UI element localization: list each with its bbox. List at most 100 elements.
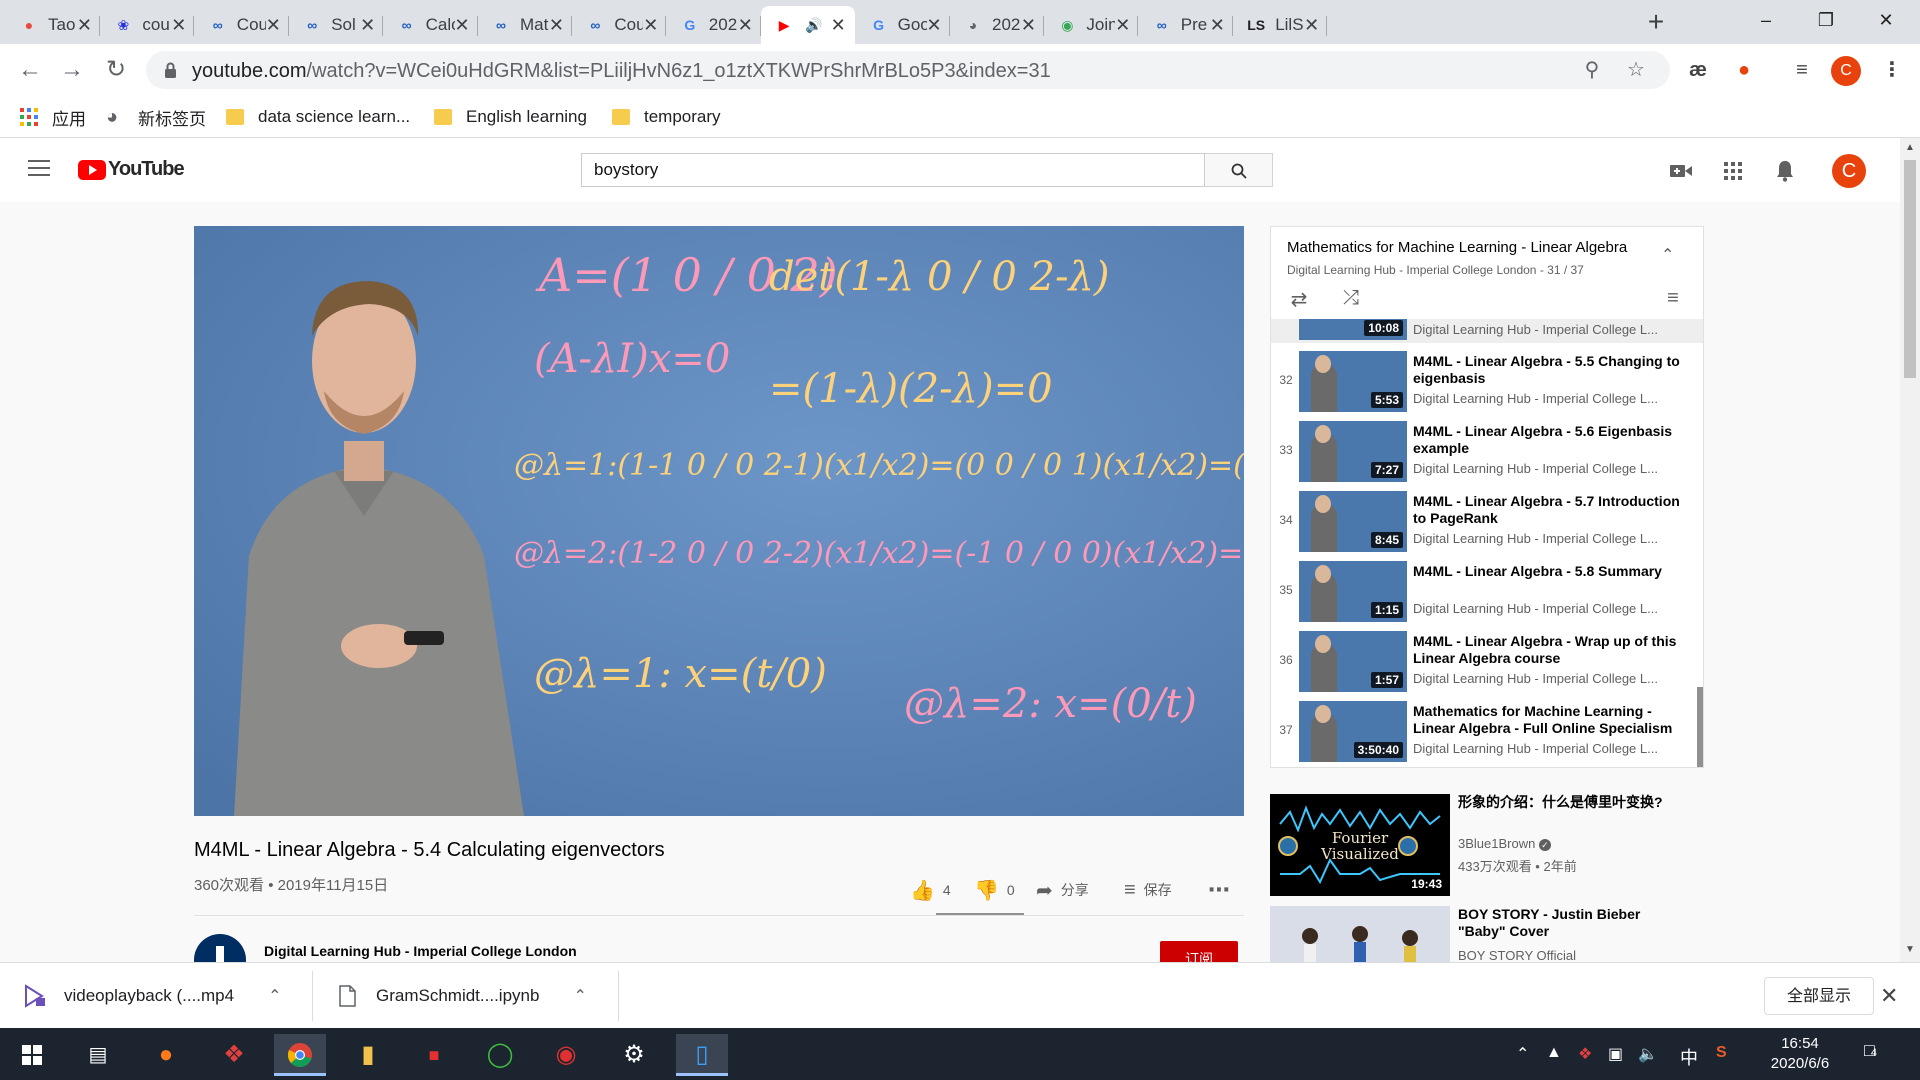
zoom-icon[interactable]: ⚲ [1580, 58, 1604, 82]
show-all-downloads-button[interactable]: 全部显示 [1764, 977, 1874, 1015]
windows-start-icon[interactable] [6, 1034, 58, 1076]
minimize-button[interactable]: – [1736, 0, 1796, 40]
loop-icon[interactable]: ⇄ [1287, 287, 1311, 311]
browser-tab[interactable]: ∞ Pre ✕ [1139, 6, 1233, 44]
recommendation-item[interactable]: BOY STORY - Justin Bieber "Baby" Cover B… [1270, 906, 1710, 962]
menu-kebab-icon[interactable]: ⋮ [1876, 54, 1908, 86]
tab-close-icon[interactable]: ✕ [738, 15, 753, 36]
recommendation-title[interactable]: BOY STORY - Justin Bieber "Baby" Cover [1458, 906, 1672, 940]
bookmark-folder-data-science[interactable]: data science learn... [226, 104, 410, 130]
tab-close-icon[interactable]: ✕ [1115, 15, 1130, 36]
browser-tab[interactable]: ● Tao ✕ [6, 6, 100, 44]
playlist-item[interactable]: 35 1:15 M4ML - Linear Algebra - 5.8 Summar… [1271, 557, 1703, 626]
netease-music-icon[interactable]: ◉ [540, 1034, 592, 1076]
tray-chevron-up-icon[interactable]: ⌃ [1516, 1044, 1529, 1064]
save-button[interactable]: ≡ 保存 [1124, 878, 1172, 902]
recommendation-item[interactable]: Fourier Visualized 19:43 形象的介绍：什么是傅里叶变换?… [1270, 794, 1710, 896]
bookmark-apps[interactable]: 应用 [20, 104, 86, 130]
download-item[interactable]: GramSchmidt....ipynb ⌃ [336, 963, 587, 1029]
scroll-down-arrow-icon[interactable]: ▼ [1905, 944, 1915, 955]
tab-close-icon[interactable]: ✕ [829, 15, 847, 36]
playlist-thumbnail[interactable]: 1:57 [1299, 631, 1407, 692]
browser-tab[interactable]: ❀ cou ✕ [100, 6, 195, 44]
network-icon[interactable]: ▣ [1608, 1044, 1623, 1064]
create-video-icon[interactable] [1668, 158, 1694, 184]
bookmark-folder-temporary[interactable]: temporary [612, 104, 721, 130]
chrome-icon[interactable] [274, 1034, 326, 1076]
media-queue-icon[interactable]: ≡ [1786, 54, 1818, 86]
close-window-button[interactable]: ✕ [1856, 0, 1916, 40]
browser-tab[interactable]: ∞ Cou ✕ [195, 6, 289, 44]
playlist-item-title[interactable]: Mathematics for Machine Learning - Linea… [1413, 703, 1685, 737]
bookmark-star-icon[interactable]: ☆ [1624, 58, 1648, 82]
notification-center-icon[interactable]: □4 [1864, 1040, 1877, 1061]
tab-close-icon[interactable]: ✕ [643, 15, 658, 36]
volume-icon[interactable]: 🔈 [1638, 1044, 1658, 1064]
shuffle-icon[interactable]: ⤮ [1339, 287, 1363, 311]
playlist-item-title[interactable]: M4ML - Linear Algebra - 5.7 Introduction… [1413, 493, 1685, 527]
share-button[interactable]: ➦ 分享 [1036, 878, 1089, 902]
browser-tab[interactable]: ∞ Calc✕ [384, 6, 478, 44]
scroll-up-arrow-icon[interactable]: ▲ [1905, 142, 1915, 153]
recommendation-thumbnail[interactable] [1270, 906, 1450, 962]
hamburger-menu-icon[interactable] [28, 160, 50, 178]
chevron-up-icon[interactable]: ⌃ [1661, 245, 1677, 264]
reload-button[interactable]: ↻ [100, 54, 132, 86]
sogou-ime-icon[interactable]: S [1716, 1044, 1727, 1062]
youdao-icon[interactable]: ■ [408, 1034, 460, 1076]
extension-ae-icon[interactable]: æ [1682, 54, 1714, 86]
page-scrollbar[interactable]: ▲ ▼ [1900, 138, 1920, 962]
playlist-item-title[interactable]: M4ML - Linear Algebra - 5.6 Eigenbasis e… [1413, 423, 1685, 457]
settings-gear-icon[interactable]: ⚙ [608, 1034, 660, 1076]
tab-close-icon[interactable]: ✕ [1304, 15, 1319, 36]
profile-avatar[interactable]: C [1831, 56, 1861, 86]
search-input[interactable] [582, 154, 1192, 186]
playlist-add-icon[interactable]: ≡ [1661, 287, 1685, 311]
ime-indicator[interactable]: 中 [1680, 1044, 1698, 1070]
browser-tab[interactable]: ∞ Mat ✕ [478, 6, 572, 44]
bookmark-folder-english[interactable]: English learning [434, 104, 587, 130]
recommendation-title[interactable]: 形象的介绍：什么是傅里叶变换? [1458, 794, 1672, 811]
playlist-item[interactable]: 33 7:27 M4ML - Linear Algebra - 5.6 Eigenb… [1271, 417, 1703, 486]
download-item[interactable]: videoplayback (....mp4 ⌃ [24, 963, 282, 1029]
new-tab-button[interactable]: + [1636, 6, 1676, 38]
tab-close-icon[interactable]: ✕ [266, 15, 281, 36]
tab-close-icon[interactable]: ✕ [171, 15, 186, 36]
forward-button[interactable]: → [56, 54, 88, 86]
address-bar[interactable]: youtube.com/watch?v=WCei0uHdGRM&list=PLi… [146, 51, 1670, 89]
playlist-thumbnail[interactable]: 3:50:40 [1299, 701, 1407, 762]
playlist-item[interactable]: 37 3:50:40 Mathematics for Machine Learnin… [1271, 697, 1703, 766]
file-explorer-icon[interactable]: ▮ [342, 1034, 394, 1076]
playlist-item[interactable]: 10:08 Digital Learning Hub - Imperial Col… [1271, 319, 1703, 343]
dislike-button[interactable]: 👎 0 [974, 878, 1015, 902]
taskbar-clock[interactable]: 16:54 2020/6/6 [1752, 1034, 1848, 1074]
playlist-item[interactable]: 34 8:45 M4ML - Linear Algebra - 5.7 Introd… [1271, 487, 1703, 556]
youtube-logo[interactable]: YouTube [78, 158, 185, 181]
browser-tab[interactable]: G Goo ✕ [856, 6, 950, 44]
browser-tab[interactable]: ▶ 🔊 ✕ [761, 6, 856, 44]
playlist-item-title[interactable]: M4ML - Linear Algebra - 5.5 Changing to … [1413, 353, 1685, 387]
recommendation-thumbnail[interactable]: Fourier Visualized 19:43 [1270, 794, 1450, 896]
chevron-up-icon[interactable]: ⌃ [573, 986, 586, 1006]
tab-close-icon[interactable]: ✕ [360, 15, 375, 36]
tablet-app-icon[interactable]: ▯ [676, 1034, 728, 1076]
browser-tab[interactable]: ∞ Cou ✕ [572, 6, 667, 44]
channel-name[interactable]: Digital Learning Hub - Imperial College … [264, 943, 577, 959]
subscribe-button[interactable]: 订阅 [1160, 941, 1238, 962]
bookmark-new-tab[interactable]: ◕ 新标签页 [106, 104, 206, 130]
back-button[interactable]: ← [14, 54, 46, 86]
restore-button[interactable]: ❐ [1796, 0, 1856, 40]
browser-tab[interactable]: G 202 ✕ [667, 6, 761, 44]
tab-close-icon[interactable]: ✕ [549, 15, 564, 36]
youtube-avatar[interactable]: C [1832, 154, 1866, 188]
like-button[interactable]: 👍 4 [910, 878, 951, 902]
firefox-icon[interactable]: ● [140, 1034, 192, 1076]
playlist-item-title[interactable]: M4ML - Linear Algebra - Wrap up of this … [1413, 633, 1685, 667]
browser-tab[interactable]: ◕ 202 ✕ [950, 6, 1044, 44]
browser-tab[interactable]: LS LilS ✕ [1233, 6, 1328, 44]
more-actions-icon[interactable]: ⋯ [1208, 877, 1230, 902]
page-scrollbar-thumb[interactable] [1904, 160, 1916, 378]
channel-avatar[interactable] [194, 934, 246, 962]
playlist-item-title[interactable]: M4ML - Linear Algebra - 5.8 Summary [1413, 563, 1685, 580]
recommendation-channel[interactable]: BOY STORY Official [1458, 948, 1576, 962]
